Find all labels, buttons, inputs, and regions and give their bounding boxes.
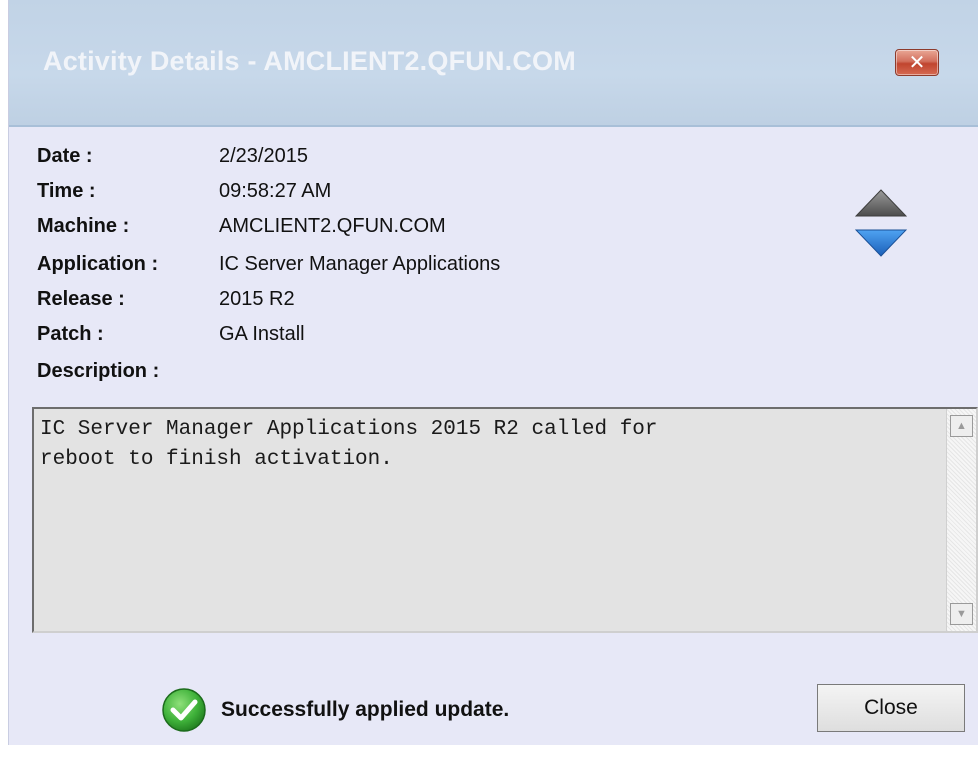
title-bar: Activity Details - AMCLIENT2.QFUN.COM ✕ — [9, 0, 978, 127]
machine-value: AMCLIENT2.QFUN.COM — [219, 215, 446, 237]
window-title: Activity Details - AMCLIENT2.QFUN.COM — [43, 46, 576, 76]
triangle-down-icon — [854, 229, 908, 257]
date-label: Date : — [37, 145, 93, 167]
machine-label: Machine : — [37, 215, 130, 237]
scroll-up-button[interactable]: ▲ — [950, 415, 973, 437]
date-value: 2/23/2015 — [219, 145, 308, 167]
activity-details-dialog: Activity Details - AMCLIENT2.QFUN.COM ✕ … — [8, 0, 978, 745]
release-label: Release : — [37, 288, 125, 310]
scroll-down-icon: ▼ — [956, 607, 967, 620]
description-label: Description : — [37, 360, 160, 382]
time-value: 09:58:27 AM — [219, 180, 332, 202]
scroll-up-icon: ▲ — [956, 419, 967, 432]
triangle-up-icon — [854, 189, 908, 217]
application-label: Application : — [37, 253, 159, 275]
status-message: Successfully applied update. — [221, 698, 510, 721]
scroll-down-button[interactable]: ▼ — [950, 603, 973, 625]
check-circle-icon — [161, 687, 207, 733]
description-scrollbar[interactable]: ▲ ▼ — [946, 409, 976, 631]
next-activity-button[interactable] — [854, 229, 908, 257]
release-value: 2015 R2 — [219, 288, 295, 310]
application-value: IC Server Manager Applications — [219, 253, 501, 275]
close-icon: ✕ — [908, 51, 926, 74]
patch-value: GA Install — [219, 323, 305, 345]
description-text: IC Server Manager Applications 2015 R2 c… — [40, 418, 658, 471]
description-textarea[interactable]: IC Server Manager Applications 2015 R2 c… — [32, 407, 978, 633]
patch-label: Patch : — [37, 323, 104, 345]
window-close-button[interactable]: ✕ — [895, 49, 939, 76]
previous-activity-button[interactable] — [854, 189, 908, 217]
time-label: Time : — [37, 180, 96, 202]
close-button[interactable]: Close — [817, 684, 965, 732]
